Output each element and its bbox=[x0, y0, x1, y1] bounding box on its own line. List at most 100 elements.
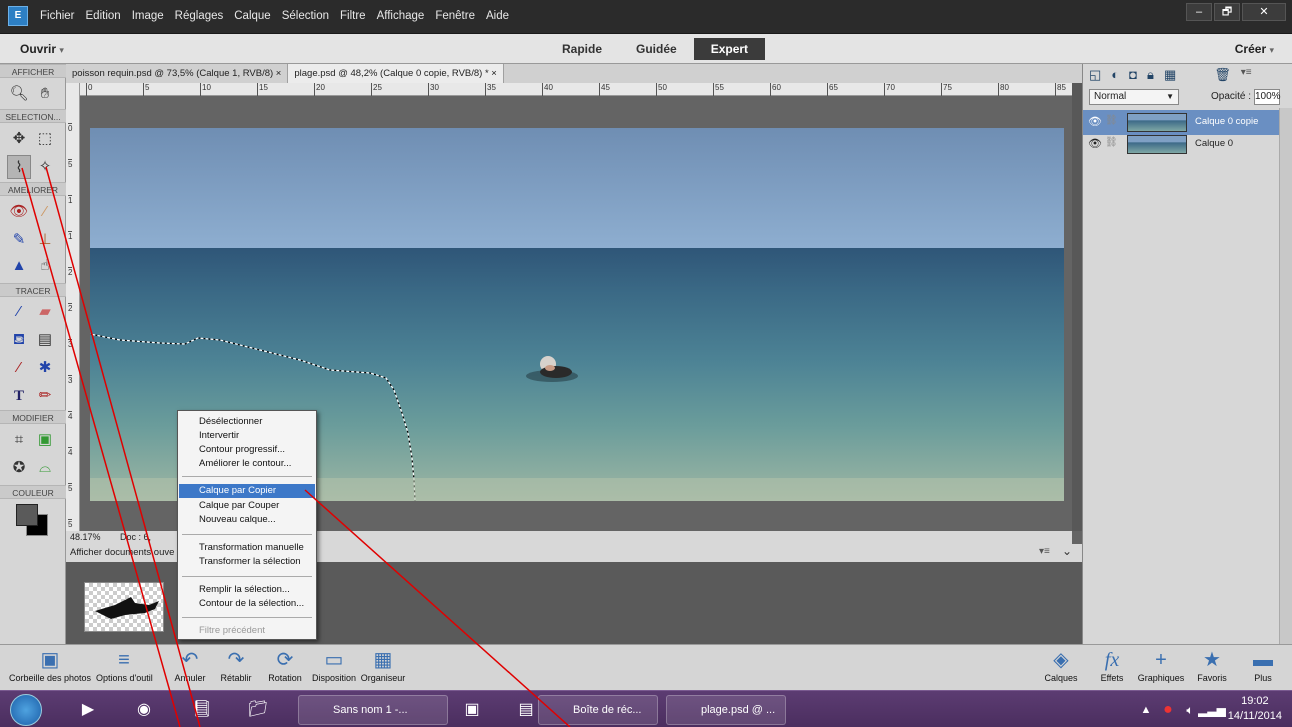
taskbar-app-sans-nom[interactable]: Sans nom 1 -... bbox=[298, 695, 448, 725]
menu-item-calque-par-copier[interactable]: Calque par Copier bbox=[179, 484, 315, 498]
gradient-tool-icon[interactable]: ▤ bbox=[33, 328, 57, 352]
start-button[interactable] bbox=[10, 694, 42, 726]
elements-editor-icon[interactable]: ▣ bbox=[456, 695, 488, 725]
move-tool-icon[interactable]: ✥ bbox=[7, 127, 31, 151]
zoom-tool-icon[interactable]: 🔍︎ bbox=[7, 82, 31, 106]
organizer-button[interactable]: ▦ Organiseur bbox=[360, 647, 406, 683]
link-icon[interactable]: ⛓︎ bbox=[1105, 137, 1118, 148]
eyedropper-tool-icon[interactable]: ⁄ bbox=[7, 356, 31, 380]
adjustment-layer-icon[interactable]: ◐ bbox=[1111, 67, 1119, 83]
create-button[interactable]: Créer ▾ bbox=[1235, 42, 1274, 56]
close-button[interactable]: ✕ bbox=[1242, 3, 1286, 21]
media-player-icon[interactable]: ▶ bbox=[72, 695, 104, 725]
tab-poisson-requin[interactable]: poisson requin.psd @ 73,5% (Calque 1, RV… bbox=[66, 64, 289, 83]
opacity-input[interactable]: 100% bbox=[1254, 89, 1281, 105]
brush-tool-icon[interactable]: ⁄ bbox=[7, 300, 31, 324]
menu-edition[interactable]: Edition bbox=[86, 10, 121, 22]
recompose-tool-icon[interactable]: ▣ bbox=[33, 428, 57, 452]
lock-transparency-icon[interactable]: ▦ bbox=[1164, 67, 1176, 83]
blend-mode-select[interactable]: Normal ▼ bbox=[1089, 89, 1179, 105]
layer-mask-icon[interactable]: ◘ bbox=[1129, 67, 1137, 83]
menu-aide[interactable]: Aide bbox=[486, 10, 509, 22]
lock-icon[interactable]: 🔒︎ bbox=[1147, 67, 1154, 83]
menu-filtre[interactable]: Filtre bbox=[340, 10, 366, 22]
undo-button[interactable]: ↶ Annuler bbox=[170, 647, 210, 683]
network-icon[interactable]: ▂▃▅ bbox=[1196, 695, 1228, 725]
menu-item-intervertir[interactable]: Intervertir bbox=[179, 429, 315, 443]
book-icon[interactable]: 📘︎ bbox=[186, 695, 218, 725]
layout-button[interactable]: ▭ Disposition bbox=[310, 647, 358, 683]
sponge-tool-icon[interactable]: ☝︎ bbox=[33, 254, 57, 278]
magic-wand-tool-icon[interactable]: ✧ bbox=[33, 155, 57, 179]
custom-shape-tool-icon[interactable]: ✱ bbox=[33, 356, 57, 380]
zoom-value[interactable]: 48.17% bbox=[70, 532, 101, 542]
foreground-color-swatch[interactable] bbox=[16, 504, 38, 526]
redo-button[interactable]: ↷ Rétablir bbox=[216, 647, 256, 683]
menu-affichage[interactable]: Affichage bbox=[377, 10, 425, 22]
maximize-button[interactable]: 🗗 bbox=[1214, 3, 1240, 21]
more-button[interactable]: ▬ Plus bbox=[1246, 647, 1280, 683]
menu-calque[interactable]: Calque bbox=[234, 10, 270, 22]
link-icon[interactable]: ⛓︎ bbox=[1105, 115, 1118, 126]
tab-plage[interactable]: plage.psd @ 48,2% (Calque 0 copie, RVB/8… bbox=[288, 64, 504, 83]
rotate-button[interactable]: ⟳ Rotation bbox=[266, 647, 304, 683]
menu-item-nouveau-calque[interactable]: Nouveau calque... bbox=[179, 513, 315, 527]
eye-icon[interactable]: 👁︎ bbox=[1088, 115, 1102, 128]
blur-tool-icon[interactable]: ▲ bbox=[7, 254, 31, 278]
paint-bucket-tool-icon[interactable]: ⛾ bbox=[7, 328, 31, 352]
menu-item-ameliorer-contour[interactable]: Améliorer le contour... bbox=[179, 457, 315, 471]
menu-item-contour-selection[interactable]: Contour de la sélection... bbox=[179, 597, 315, 611]
photo-bin-thumbnail[interactable] bbox=[84, 582, 164, 632]
effects-button[interactable]: fx Effets bbox=[1094, 647, 1130, 683]
taskbar-app-plage-psd[interactable]: plage.psd @ ... bbox=[666, 695, 786, 725]
content-aware-move-tool-icon[interactable]: ✪ bbox=[7, 456, 31, 480]
menu-item-deselectionner[interactable]: Désélectionner bbox=[179, 415, 315, 429]
open-button[interactable]: Ouvrir ▾ bbox=[20, 42, 64, 56]
minimize-button[interactable]: – bbox=[1186, 3, 1212, 21]
eye-icon[interactable]: 👁︎ bbox=[1088, 137, 1102, 150]
spot-healing-tool-icon[interactable]: ⁄ bbox=[33, 200, 57, 224]
smart-brush-tool-icon[interactable]: ✎ bbox=[7, 228, 31, 252]
menu-fenetre[interactable]: Fenêtre bbox=[435, 10, 475, 22]
layer-row-calque-0[interactable]: 👁︎ ⛓︎ Calque 0 bbox=[1083, 132, 1279, 157]
menu-item-transformer-selection[interactable]: Transformer la sélection bbox=[179, 555, 315, 569]
photo-bin-button[interactable]: ▣ Corbeille des photos bbox=[2, 647, 98, 683]
text-tool-icon[interactable]: T bbox=[7, 384, 31, 408]
tab-rapide[interactable]: Rapide bbox=[545, 38, 619, 60]
menu-item-transformation-manuelle[interactable]: Transformation manuelle bbox=[179, 541, 315, 555]
trash-icon[interactable]: 🗑︎ bbox=[1214, 67, 1231, 83]
folder-icon[interactable]: 📁︎ bbox=[242, 695, 274, 725]
layers-scrollbar[interactable] bbox=[1279, 108, 1292, 644]
menu-reglages[interactable]: Réglages bbox=[175, 10, 224, 22]
clock[interactable]: 19:02 14/11/2014 bbox=[1228, 694, 1282, 724]
crop-tool-icon[interactable]: ⌗ bbox=[7, 428, 31, 452]
vertical-scrollbar[interactable] bbox=[1072, 83, 1082, 531]
chevron-down-icon[interactable]: ⌄ bbox=[1062, 544, 1072, 558]
menu-fichier[interactable]: Fichier bbox=[40, 10, 75, 22]
pencil-tool-icon[interactable]: ✏︎ bbox=[33, 384, 57, 408]
panel-menu-icon[interactable]: ▾≡ bbox=[1241, 67, 1252, 83]
layers-button[interactable]: ◈ Calques bbox=[1041, 647, 1081, 683]
straighten-tool-icon[interactable]: ⌓ bbox=[33, 456, 57, 480]
new-layer-icon[interactable]: ◱ bbox=[1089, 67, 1101, 83]
eraser-tool-icon[interactable]: ▰ bbox=[33, 300, 57, 324]
menu-selection[interactable]: Sélection bbox=[282, 10, 329, 22]
taskbar-app-boite-de-reception[interactable]: Boîte de réc... bbox=[538, 695, 658, 725]
graphics-button[interactable]: + Graphiques bbox=[1132, 647, 1190, 683]
favorites-button[interactable]: ★ Favoris bbox=[1192, 647, 1232, 683]
menu-item-remplir-selection[interactable]: Remplir la sélection... bbox=[179, 583, 315, 597]
clone-stamp-tool-icon[interactable]: ⊥ bbox=[33, 228, 57, 252]
menu-image[interactable]: Image bbox=[132, 10, 164, 22]
menu-item-contour-progressif[interactable]: Contour progressif... bbox=[179, 443, 315, 457]
marquee-tool-icon[interactable]: ⬚ bbox=[33, 127, 57, 151]
tab-guidee[interactable]: Guidée bbox=[619, 38, 694, 60]
red-eye-tool-icon[interactable]: 👁︎ bbox=[7, 200, 31, 224]
lasso-tool-icon[interactable]: ⌇ bbox=[7, 155, 31, 179]
menu-item-calque-par-couper[interactable]: Calque par Couper bbox=[179, 499, 315, 513]
picasa-icon[interactable]: ◉ bbox=[128, 695, 160, 725]
tool-options-button[interactable]: ≡ Options d'outil bbox=[96, 647, 153, 683]
photo-bin-options-icon[interactable]: ▾≡ bbox=[1039, 546, 1050, 557]
photo-bin-dropdown[interactable]: Afficher documents ouve bbox=[70, 547, 174, 558]
hand-tool-icon[interactable]: ✋︎ bbox=[33, 82, 57, 106]
tab-expert[interactable]: Expert bbox=[693, 38, 766, 60]
